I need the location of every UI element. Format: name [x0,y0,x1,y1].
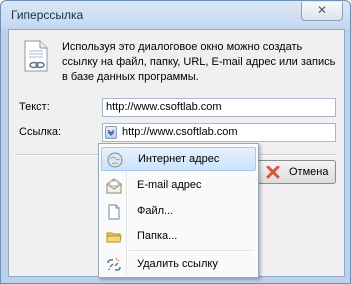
envelope-icon [106,178,122,194]
menu-item-label: Интернет адрес [138,153,220,165]
cancel-label: Отмена [289,166,329,178]
menu-item-label: Удалить ссылку [137,258,218,270]
text-label: Текст: [19,101,50,113]
title-bar: Гиперссылка ✕ [1,1,350,29]
menu-item-label: Папка... [137,230,178,242]
menu-item-internet-address[interactable]: Интернет адрес [101,147,256,171]
menu-item-label: E-mail адрес [137,179,202,191]
link-label: Ссылка: [19,126,61,138]
link-value: http://www.csoftlab.com [122,126,238,138]
menu-item-file[interactable]: Файл... [101,200,256,224]
link-type-menu: Интернет адрес E-mail адрес Файл... Папк… [98,143,259,278]
menu-separator [129,250,254,252]
window-title: Гиперссылка [11,8,84,22]
broken-link-icon [107,257,121,271]
dialog-description: Используя это диалоговое окно можно созд… [62,41,336,83]
link-input[interactable]: http://www.csoftlab.com [102,123,336,142]
menu-item-email-address[interactable]: E-mail адрес [101,174,256,198]
hyperlink-document-icon [24,40,48,72]
menu-item-folder[interactable]: Папка... [101,225,256,249]
text-input[interactable]: http://www.csoftlab.com [102,98,336,117]
cancel-x-icon [266,166,280,179]
menu-item-label: Файл... [137,205,174,217]
folder-icon [106,232,122,243]
menu-item-remove-link[interactable]: Удалить ссылку [101,253,256,277]
file-icon [108,204,120,220]
close-button[interactable]: ✕ [301,2,343,21]
link-type-dropdown-button[interactable] [105,126,117,139]
globe-icon [107,152,123,168]
chevron-down-icon [107,129,115,136]
cancel-button[interactable]: Отмена [255,160,336,184]
